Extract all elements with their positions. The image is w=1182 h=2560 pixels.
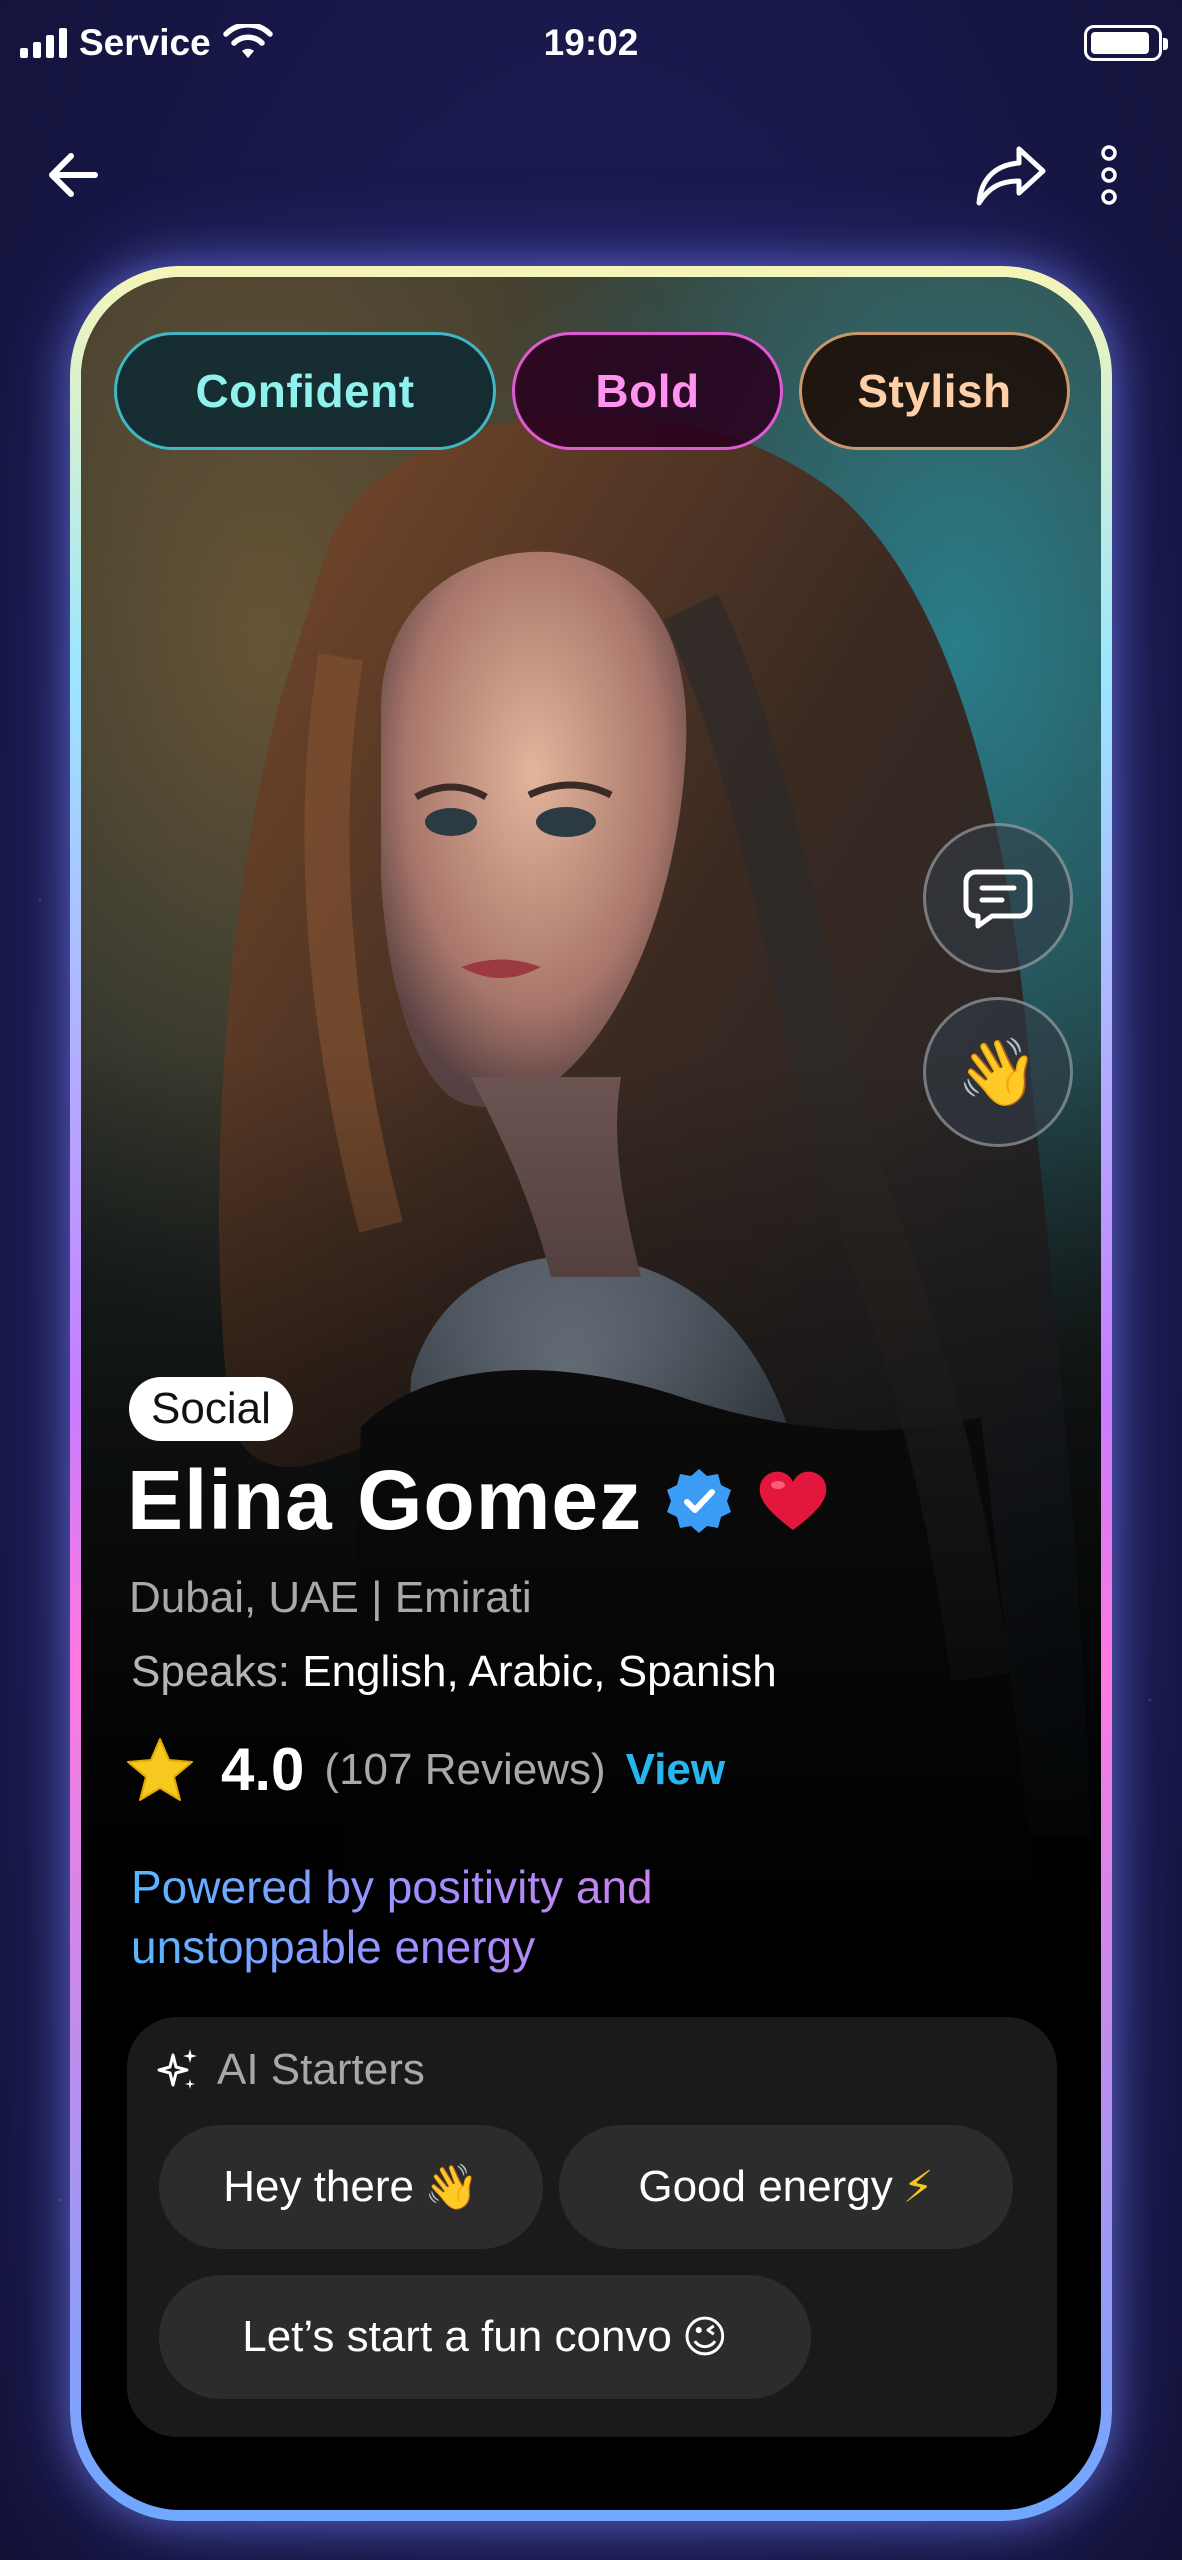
location-text: Dubai, UAE | Emirati — [129, 1573, 532, 1622]
winking-face-emoji: 😉 — [681, 2312, 728, 2362]
waving-hand-emoji: 👋 — [423, 2163, 479, 2212]
battery-icon — [1084, 25, 1168, 61]
vertical-dots-icon — [1101, 145, 1117, 205]
ai-starters-header: AI Starters — [157, 2045, 425, 2095]
starter-chip-good-energy[interactable]: Good energy ⚡ — [559, 2125, 1013, 2249]
heart-icon[interactable] — [756, 1468, 830, 1534]
profile-name: Elina Gomez — [127, 1453, 643, 1547]
rating-row: 4.0 (107 Reviews) View — [125, 1735, 725, 1804]
carrier-name: Service — [79, 22, 211, 63]
back-button[interactable] — [28, 130, 118, 220]
verified-badge-icon — [667, 1468, 732, 1533]
trait-tag-confident[interactable]: Confident — [114, 332, 496, 450]
status-left: Service — [20, 22, 273, 64]
chat-button[interactable] — [923, 823, 1073, 973]
share-button[interactable] — [966, 130, 1056, 220]
ai-starters-panel: AI Starters Hey there 👋 Good energy ⚡ Le… — [127, 2017, 1057, 2437]
more-options-button[interactable] — [1064, 130, 1154, 220]
star-icon — [127, 1737, 193, 1801]
name-row: Elina Gomez — [127, 1452, 830, 1549]
signal-icon — [20, 28, 67, 58]
rating-value: 4.0 — [221, 1736, 305, 1803]
chat-bubble-icon — [963, 869, 1033, 929]
reviews-count: (107 Reviews) — [324, 1744, 606, 1794]
category-badge: Social — [129, 1377, 293, 1441]
ai-starters-title: AI Starters — [217, 2045, 425, 2094]
status-bar: Service 19:02 — [0, 0, 1182, 86]
trait-tag-bold[interactable]: Bold — [512, 332, 783, 450]
share-arrow-icon — [976, 146, 1046, 206]
starter-chip-text: Hey there — [223, 2162, 414, 2211]
sparkles-icon — [157, 2049, 197, 2089]
starter-chip-text: Let’s start a fun convo — [242, 2312, 672, 2361]
languages-value: English, Arabic, Spanish — [302, 1647, 777, 1696]
arrow-left-icon — [49, 153, 98, 197]
battery-level — [1091, 32, 1149, 54]
starter-chip-text: Good energy — [638, 2162, 893, 2211]
top-nav — [0, 130, 1182, 220]
wifi-icon — [222, 24, 273, 58]
languages-row: Speaks: English, Arabic, Spanish — [131, 1647, 777, 1697]
tagline: Powered by positivity and unstoppable en… — [131, 1857, 831, 1977]
lightning-emoji: ⚡ — [902, 2162, 934, 2212]
profile-card-frame: Confident Bold Stylish 👋 Social Elina Go… — [70, 266, 1112, 2521]
starter-chip-fun-convo[interactable]: Let’s start a fun convo 😉 — [159, 2275, 811, 2399]
waving-hand-icon: 👋 — [956, 1035, 1040, 1109]
starter-chip-hey-there[interactable]: Hey there 👋 — [159, 2125, 543, 2249]
trait-tag-stylish[interactable]: Stylish — [799, 332, 1070, 450]
wave-button[interactable]: 👋 — [923, 997, 1073, 1147]
speaks-label: Speaks: — [131, 1647, 290, 1696]
profile-card: Confident Bold Stylish 👋 Social Elina Go… — [81, 277, 1101, 2510]
view-reviews-link[interactable]: View — [626, 1745, 725, 1795]
